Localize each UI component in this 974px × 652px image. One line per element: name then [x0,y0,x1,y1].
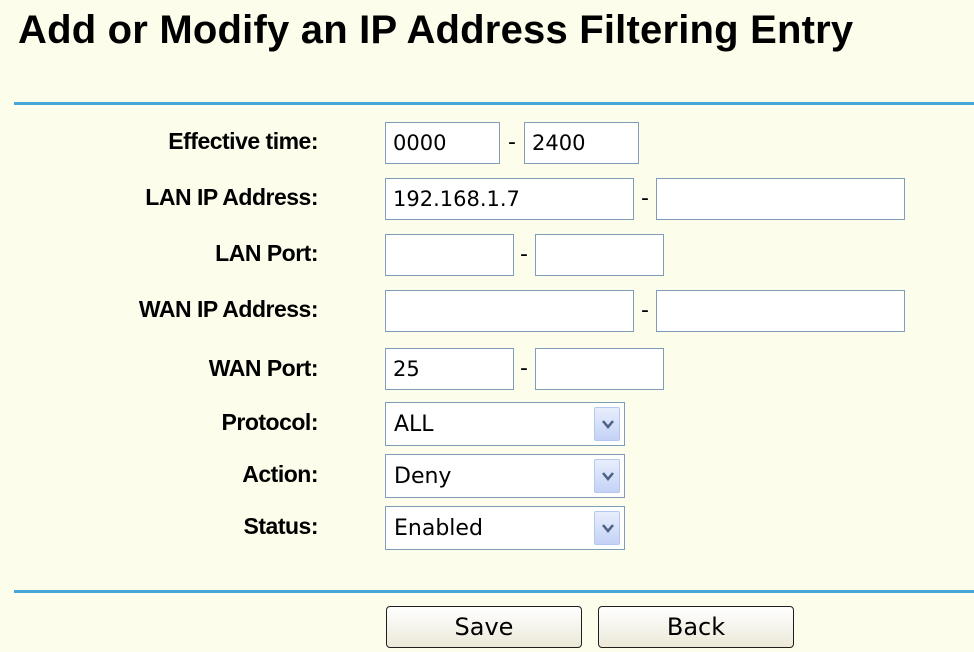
effective-time-start-input[interactable]: 0000 [385,122,500,164]
action-dropdown-button[interactable] [594,459,620,493]
status-value: Enabled [394,516,483,541]
lan-port-end-input[interactable] [535,234,664,276]
protocol-value: ALL [394,412,434,437]
effective-time-separator: - [508,130,516,155]
action-select[interactable]: Deny [385,454,625,498]
lan-port-separator: - [520,242,528,267]
status-label: Status: [243,513,319,539]
chevron-down-icon [602,472,614,481]
wan-ip-label: WAN IP Address: [138,296,319,322]
lan-port-label: LAN Port: [215,240,318,266]
page-title: Add or Modify an IP Address Filtering En… [18,8,854,52]
protocol-label: Protocol: [221,409,319,435]
chevron-down-icon [602,524,614,533]
status-dropdown-button[interactable] [594,511,620,545]
wan-port-separator: - [520,356,528,381]
wan-port-label: WAN Port: [208,355,319,381]
wan-ip-separator: - [641,298,649,323]
bottom-divider [14,590,974,593]
action-value: Deny [394,464,452,489]
protocol-select[interactable]: ALL [385,402,625,446]
top-divider [14,102,974,105]
wan-ip-start-input[interactable] [385,290,634,332]
back-button[interactable]: Back [598,606,794,648]
chevron-down-icon [602,420,614,429]
lan-ip-label: LAN IP Address: [145,184,318,210]
save-button[interactable]: Save [386,606,582,648]
lan-port-start-input[interactable] [385,234,514,276]
effective-time-label: Effective time: [168,128,318,154]
wan-port-end-input[interactable] [535,348,664,390]
action-label: Action: [242,461,318,487]
status-select[interactable]: Enabled [385,506,625,550]
wan-ip-end-input[interactable] [656,290,905,332]
protocol-dropdown-button[interactable] [594,407,620,441]
effective-time-end-input[interactable]: 2400 [524,122,639,164]
lan-ip-separator: - [641,186,649,211]
lan-ip-end-input[interactable] [656,178,905,220]
wan-port-start-input[interactable]: 25 [385,348,514,390]
lan-ip-start-input[interactable]: 192.168.1.7 [385,178,634,220]
